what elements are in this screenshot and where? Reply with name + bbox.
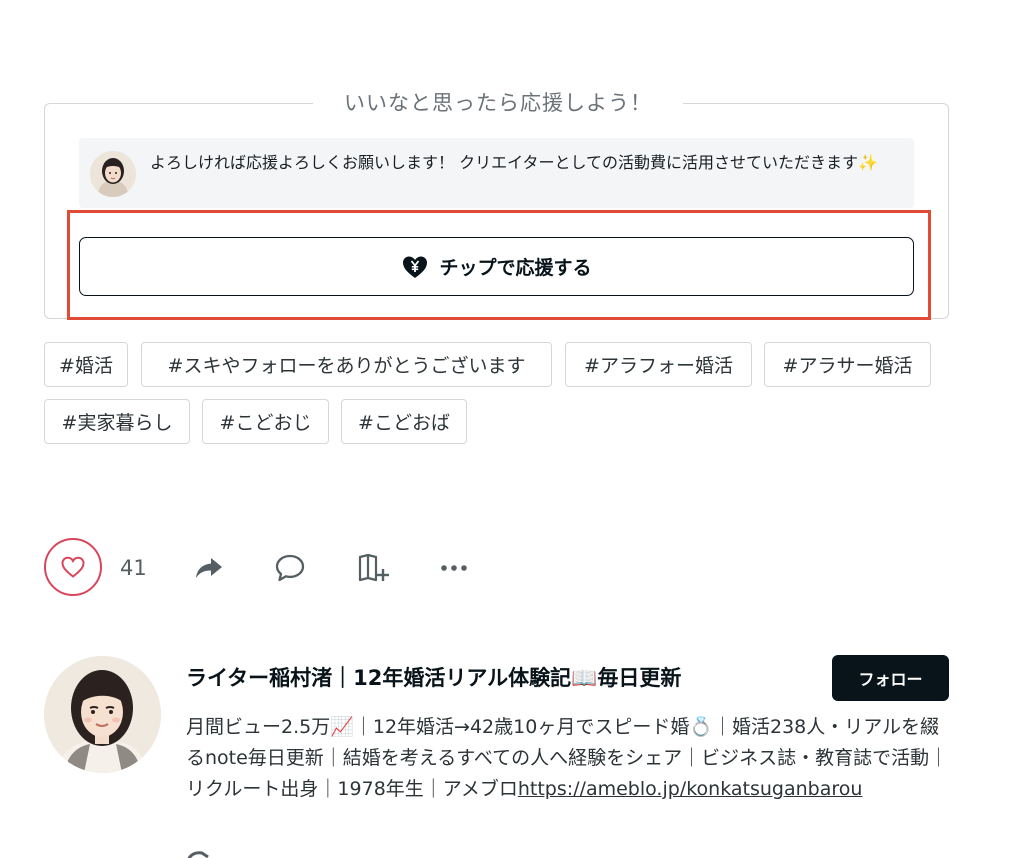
cut-off-icon <box>186 846 210 858</box>
author-name[interactable]: ライター稲村渚｜12年婚活リアル体験記📖毎日更新 <box>186 661 806 695</box>
heart-yen-icon <box>403 256 428 278</box>
tag-item[interactable]: #アラサー婚活 <box>764 342 931 387</box>
like-button[interactable] <box>44 538 102 596</box>
creator-avatar <box>90 151 136 197</box>
follow-button[interactable]: フォロー <box>832 655 949 701</box>
support-heading: いいなと思ったら応援しよう！ <box>313 88 683 118</box>
heart-icon <box>61 556 85 578</box>
comment-icon[interactable] <box>273 551 307 585</box>
magazine-add-icon[interactable] <box>357 551 391 585</box>
tag-item[interactable]: #こどおじ <box>202 399 329 444</box>
author-avatar[interactable] <box>44 656 161 773</box>
share-icon[interactable] <box>192 551 226 585</box>
tag-item[interactable]: #実家暮らし <box>44 399 190 444</box>
more-icon[interactable] <box>437 551 471 585</box>
tip-button-label: チップで応援する <box>439 258 592 279</box>
like-count: 41 <box>120 556 147 580</box>
tag-item[interactable]: #婚活 <box>44 342 128 387</box>
tip-button[interactable]: チップで応援する <box>79 237 914 296</box>
note-article-footer: いいなと思ったら応援しよう！ よろしければ応援よろしくお願いします！ クリエイタ… <box>0 0 1024 858</box>
tag-item[interactable]: #こどおば <box>341 399 467 444</box>
creator-message-text: よろしければ応援よろしくお願いします！ クリエイターとしての活動費に活用させてい… <box>150 153 878 172</box>
author-bio-link[interactable]: https://ameblo.jp/konkatsuganbarou <box>518 778 863 800</box>
author-bio: 月間ビュー2.5万📈｜12年婚活→42歳10ヶ月でスピード婚💍｜婚活238人・リ… <box>186 712 956 805</box>
creator-message: よろしければ応援よろしくお願いします！ クリエイターとしての活動費に活用させてい… <box>79 138 914 208</box>
tag-item[interactable]: #アラフォー婚活 <box>565 342 752 387</box>
tag-item[interactable]: #スキやフォローをありがとうございます <box>141 342 552 387</box>
